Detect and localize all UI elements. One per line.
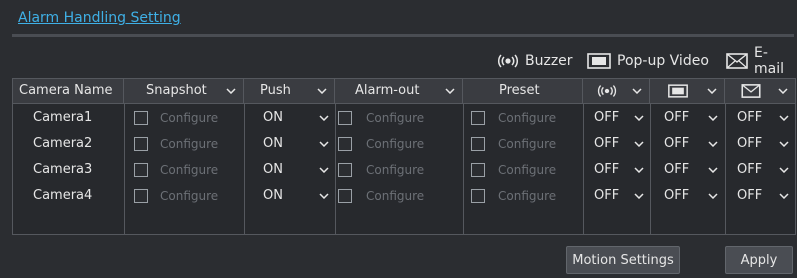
popup-video-icon [668, 84, 688, 102]
email-select[interactable]: OFF [737, 105, 793, 131]
preset-configure-button[interactable]: Configure [498, 110, 556, 126]
push-select[interactable]: ON [263, 157, 333, 183]
alarm-out-configure-button[interactable]: Configure [366, 110, 424, 126]
col-alarm-out[interactable]: Alarm-out [335, 79, 463, 103]
page-title[interactable]: Alarm Handling Setting [18, 10, 181, 26]
push-select[interactable]: ON [263, 183, 333, 209]
email-select[interactable]: OFF [737, 131, 793, 157]
snapshot-checkbox[interactable] [134, 163, 148, 177]
preset-checkbox[interactable] [471, 111, 485, 125]
alarm-out-configure-button[interactable]: Configure [366, 136, 424, 152]
chevron-down-icon [319, 183, 329, 209]
legend-email: E-mail [726, 45, 797, 77]
buzzer-select[interactable]: OFF [594, 105, 648, 131]
alarm-out-configure-button[interactable]: Configure [366, 188, 424, 204]
col-push[interactable]: Push [244, 79, 335, 103]
popup-video-select[interactable]: OFF [664, 131, 722, 157]
chevron-down-icon [708, 157, 718, 183]
alarm-out-checkbox[interactable] [338, 137, 352, 151]
table-row: Camera3 Configure ON Configure Configure… [13, 157, 795, 183]
snapshot-checkbox[interactable] [134, 111, 148, 125]
table-row: Camera1 Configure ON Configure Configure… [13, 105, 795, 131]
preset-checkbox[interactable] [471, 137, 485, 151]
chevron-down-icon [634, 131, 644, 157]
col-snapshot[interactable]: Snapshot [124, 79, 244, 103]
push-select[interactable]: ON [263, 105, 333, 131]
snapshot-checkbox[interactable] [134, 189, 148, 203]
col-camera-name: Camera Name [13, 79, 124, 103]
alarm-out-checkbox[interactable] [338, 111, 352, 125]
camera-name: Camera3 [33, 162, 93, 177]
preset-checkbox[interactable] [471, 163, 485, 177]
snapshot-checkbox[interactable] [134, 137, 148, 151]
camera-name: Camera2 [33, 136, 93, 151]
col-buzzer[interactable] [583, 79, 650, 103]
preset-configure-button[interactable]: Configure [498, 162, 556, 178]
col-popup-video[interactable] [650, 79, 725, 103]
chevron-down-icon [779, 105, 789, 131]
table-row: Camera4 Configure ON Configure Configure… [13, 183, 795, 209]
table-row: Camera2 Configure ON Configure Configure… [13, 131, 795, 157]
chevron-down-icon [779, 131, 789, 157]
chevron-down-icon [708, 131, 718, 157]
push-select[interactable]: ON [263, 131, 333, 157]
snapshot-configure-button[interactable]: Configure [160, 162, 218, 178]
chevron-down-icon [708, 105, 718, 131]
legend-popup-video: Pop-up Video [587, 50, 709, 72]
table-header: Camera Name Snapshot Push Alarm-out Pres… [13, 79, 795, 104]
chevron-down-icon [319, 131, 329, 157]
alarm-out-checkbox[interactable] [338, 163, 352, 177]
buzzer-icon [497, 54, 519, 68]
preset-checkbox[interactable] [471, 189, 485, 203]
motion-settings-button[interactable]: Motion Settings [566, 246, 680, 274]
chevron-down-icon [634, 157, 644, 183]
legend-email-label: E-mail [754, 45, 784, 77]
chevron-down-icon[interactable] [704, 79, 720, 103]
buzzer-select[interactable]: OFF [594, 131, 648, 157]
buzzer-select[interactable]: OFF [594, 183, 648, 209]
chevron-down-icon[interactable] [314, 79, 330, 103]
snapshot-configure-button[interactable]: Configure [160, 136, 218, 152]
chevron-down-icon[interactable] [775, 79, 791, 103]
legend-popup-label: Pop-up Video [617, 53, 709, 69]
chevron-down-icon[interactable] [442, 79, 458, 103]
popup-video-select[interactable]: OFF [664, 183, 722, 209]
popup-video-icon [587, 53, 611, 69]
chevron-down-icon [319, 157, 329, 183]
email-icon [726, 53, 748, 69]
chevron-down-icon [708, 183, 718, 209]
buzzer-icon [597, 84, 617, 102]
email-select[interactable]: OFF [737, 157, 793, 183]
camera-name: Camera4 [33, 188, 93, 203]
chevron-down-icon[interactable] [223, 79, 239, 103]
chevron-down-icon [319, 105, 329, 131]
alarm-out-configure-button[interactable]: Configure [366, 162, 424, 178]
popup-video-select[interactable]: OFF [664, 157, 722, 183]
preset-configure-button[interactable]: Configure [498, 188, 556, 204]
alarm-out-checkbox[interactable] [338, 189, 352, 203]
chevron-down-icon [634, 183, 644, 209]
camera-name: Camera1 [33, 110, 93, 125]
chevron-down-icon [634, 105, 644, 131]
legend-buzzer-label: Buzzer [525, 53, 573, 69]
chevron-down-icon[interactable] [629, 79, 645, 103]
col-preset: Preset [463, 79, 583, 103]
email-select[interactable]: OFF [737, 183, 793, 209]
email-icon [741, 84, 761, 102]
alarm-handling-panel: Alarm Handling Setting Buzzer Pop-up Vid… [0, 0, 797, 278]
popup-video-select[interactable]: OFF [664, 105, 722, 131]
chevron-down-icon [779, 183, 789, 209]
apply-button[interactable]: Apply [725, 246, 793, 274]
snapshot-configure-button[interactable]: Configure [160, 110, 218, 126]
preset-configure-button[interactable]: Configure [498, 136, 556, 152]
chevron-down-icon [779, 157, 789, 183]
buzzer-select[interactable]: OFF [594, 157, 648, 183]
title-divider [12, 34, 794, 37]
legend-buzzer: Buzzer [497, 50, 573, 72]
snapshot-configure-button[interactable]: Configure [160, 188, 218, 204]
alarm-table: Camera Name Snapshot Push Alarm-out Pres… [12, 78, 796, 235]
col-email[interactable] [725, 79, 795, 103]
